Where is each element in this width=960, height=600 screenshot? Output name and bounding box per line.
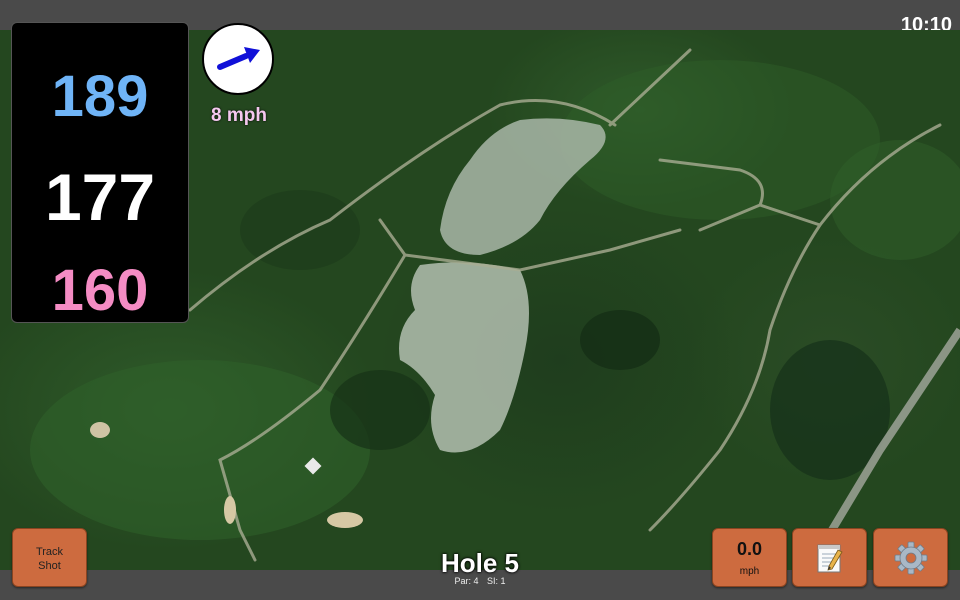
arrow-up-right-icon bbox=[217, 47, 260, 70]
stroke-index-label: SI: 1 bbox=[487, 576, 506, 586]
notepad-icon bbox=[817, 544, 843, 572]
settings-button[interactable] bbox=[873, 528, 948, 587]
distance-panel: 189 177 160 bbox=[11, 22, 189, 323]
notes-button[interactable] bbox=[792, 528, 867, 587]
center-distance: 177 bbox=[44, 160, 156, 234]
back-distance: 189 bbox=[51, 64, 149, 129]
wind-speed-button[interactable]: 0.0 mph bbox=[712, 528, 787, 587]
gear-icon bbox=[894, 541, 927, 574]
wind-unit: mph bbox=[739, 566, 760, 577]
wind-direction-indicator bbox=[202, 23, 274, 95]
track-shot-button[interactable]: Track Shot bbox=[12, 528, 87, 587]
track-shot-label: Track Shot bbox=[35, 546, 64, 572]
hole-info: Par: 4 SI: 1 bbox=[380, 576, 580, 586]
par-label: Par: 4 bbox=[454, 576, 479, 586]
pond-upper bbox=[440, 118, 606, 255]
front-distance: 160 bbox=[51, 258, 149, 323]
wind-speed-label: 8 mph bbox=[211, 105, 267, 126]
hole-title: Hole 5 bbox=[440, 548, 520, 578]
wind-value: 0.0 bbox=[736, 539, 763, 559]
